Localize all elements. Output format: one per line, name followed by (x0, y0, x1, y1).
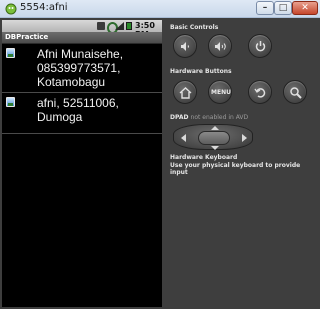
list-item-line: afni, 52511006, (37, 96, 119, 110)
dpad-center-button[interactable] (198, 131, 230, 145)
list-item-line: 085399773571, (37, 61, 121, 75)
menu-button-label: MENU (211, 89, 231, 96)
list-item[interactable]: afni, 52511006, Dumoga (2, 94, 162, 134)
maximize-button[interactable]: □ (274, 1, 292, 15)
home-button[interactable] (173, 80, 197, 104)
app-title-bar: DBPractice (2, 32, 162, 44)
search-icon (290, 87, 302, 99)
battery-icon (126, 22, 132, 30)
app-title: DBPractice (5, 33, 49, 41)
dpad-label: DPAD not enabled in AVD (170, 114, 248, 121)
list-item-line: Dumoga (37, 110, 83, 124)
device-screen[interactable]: 3:50 PM DBPractice Afni Munaisehe, 08539… (2, 20, 162, 307)
dpad-title: DPAD (170, 114, 189, 121)
emulator-frame: 3:50 PM DBPractice Afni Munaisehe, 08539… (0, 18, 320, 309)
status-bar: 3:50 PM (2, 20, 162, 39)
dpad-left-icon[interactable] (181, 134, 186, 142)
back-button[interactable] (248, 80, 272, 104)
dpad-up-icon[interactable] (211, 126, 219, 130)
minimize-button[interactable]: – (256, 1, 274, 15)
window-titlebar: 5554:afni – □ ✕ (0, 0, 320, 18)
dpad-down-icon[interactable] (211, 146, 219, 150)
dpad-note: not enabled in AVD (190, 114, 249, 121)
list-item-text: Afni Munaisehe, 085399773571, Kotamobagu (37, 47, 161, 89)
power-icon (255, 41, 266, 52)
list-item-text: afni, 52511006, Dumoga (37, 96, 161, 124)
home-icon (179, 87, 192, 99)
contact-icon (6, 48, 15, 58)
sync-icon (107, 22, 118, 34)
list-item-line: Kotamobagu (37, 75, 106, 89)
menu-button[interactable]: MENU (208, 80, 232, 104)
sim-card-icon (97, 22, 105, 30)
hardware-keyboard-label: Hardware Keyboard (170, 154, 238, 161)
app-window-icon (5, 3, 17, 15)
dpad-control[interactable] (173, 124, 253, 150)
hardware-keyboard-note: Use your physical keyboard to provide in… (170, 162, 301, 176)
list-item[interactable]: Afni Munaisehe, 085399773571, Kotamobagu (2, 45, 162, 93)
volume-down-icon (181, 42, 189, 51)
dpad-right-icon[interactable] (242, 134, 247, 142)
hardware-buttons-label: Hardware Buttons (170, 68, 232, 75)
contact-icon (6, 97, 15, 107)
window-title: 5554:afni (20, 2, 68, 13)
close-button[interactable]: ✕ (292, 1, 318, 15)
controls-panel: Basic Controls Hardware Buttons MENU DPA… (165, 20, 318, 307)
list-item-line: Afni Munaisehe, (37, 47, 124, 61)
volume-up-icon (215, 42, 226, 51)
signal-icon (115, 22, 124, 30)
back-icon (254, 88, 266, 98)
volume-up-button[interactable] (208, 34, 232, 58)
volume-down-button[interactable] (173, 34, 197, 58)
search-button[interactable] (283, 80, 307, 104)
basic-controls-label: Basic Controls (170, 24, 219, 31)
power-button[interactable] (248, 34, 272, 58)
